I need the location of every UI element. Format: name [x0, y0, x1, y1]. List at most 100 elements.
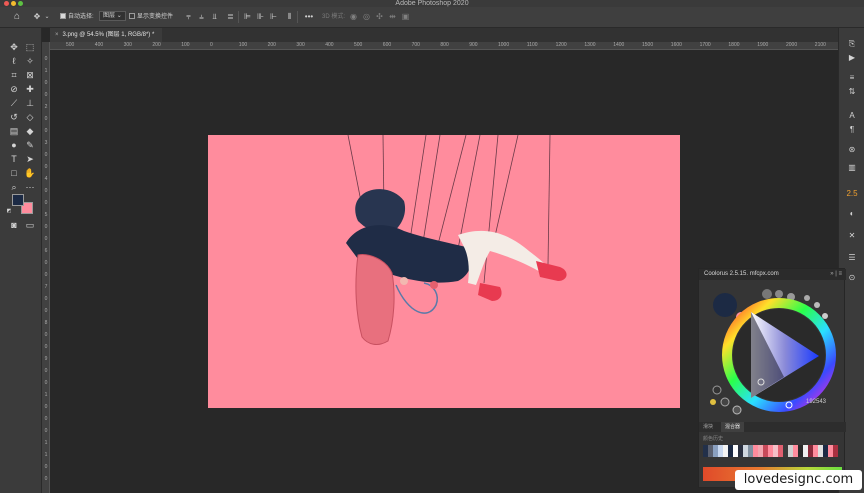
eraser-tool-icon[interactable]: ◇: [24, 112, 36, 123]
3d-pan-icon[interactable]: ✣: [375, 12, 384, 22]
brush-tool-icon[interactable]: ⟋: [8, 98, 20, 109]
frame-tool-icon[interactable]: ⊠: [24, 70, 36, 81]
history-swatch[interactable]: [833, 445, 838, 457]
ruler-tick-label: 0: [44, 296, 48, 302]
3d-orbit-icon[interactable]: ◉: [349, 12, 358, 22]
show-transform-check-icon[interactable]: [129, 13, 135, 20]
auto-select-check-icon[interactable]: [60, 13, 66, 20]
ruler-tick-label: 9: [44, 356, 48, 362]
align-left-icon[interactable]: ⊫: [243, 12, 252, 22]
ruler-tick-label: 0: [44, 416, 48, 422]
blur-tool-icon[interactable]: ◆: [24, 126, 36, 137]
tool-preset-dropdown-icon[interactable]: ⌄: [44, 12, 50, 22]
brush-settings-icon[interactable]: ▥: [846, 162, 858, 173]
crop-tool-icon[interactable]: ⌗: [8, 70, 20, 81]
eyedropper-tool-icon[interactable]: ⊘: [8, 84, 20, 95]
move-tool-icon[interactable]: ✥: [32, 12, 42, 22]
coolorus-icon[interactable]: 2.5: [846, 188, 858, 199]
auto-select-target-value[interactable]: 图层 ⌄: [99, 11, 126, 22]
paragraph-icon[interactable]: ¶: [846, 124, 858, 135]
title-bar: Adobe Photoshop 2020: [0, 0, 864, 7]
hex-value-readout[interactable]: 192543: [806, 399, 826, 405]
ruler-tick-label: 0: [44, 428, 48, 434]
3d-scale-icon[interactable]: ▣: [401, 12, 410, 22]
character-icon[interactable]: A: [846, 110, 858, 121]
more-options-button[interactable]: •••: [303, 12, 315, 22]
zoom-tool-icon[interactable]: ⌕: [8, 182, 20, 193]
panel-menu-icon[interactable]: ≡: [838, 271, 842, 277]
actions-play-icon[interactable]: ▶: [846, 52, 858, 63]
more-tools-icon[interactable]: ⋯: [24, 182, 36, 193]
lasso-tool-icon[interactable]: ℓ: [8, 56, 20, 67]
pen-tool-icon[interactable]: ✎: [24, 140, 36, 151]
artboard-tool-icon[interactable]: ⬚: [24, 42, 36, 53]
ruler-tick-label: 1200: [555, 42, 567, 48]
gradient-tool-icon[interactable]: ▤: [8, 126, 20, 137]
ruler-tick-label: 2100: [814, 42, 826, 48]
document-tab[interactable]: × 3.png @ 54.5% (图层 1, RGB/8*) *: [50, 28, 162, 42]
move-tool-icon[interactable]: ✥: [8, 42, 20, 53]
panel-collapse-icon[interactable]: » | ≡: [830, 269, 842, 280]
layers-icon[interactable]: ≡: [846, 72, 858, 83]
mix-mode-icon: [775, 290, 783, 298]
history-icon[interactable]: ⎘: [846, 38, 858, 49]
rectangle-tool-icon[interactable]: □: [8, 168, 20, 179]
tool-presets-icon[interactable]: ✕: [846, 230, 858, 241]
distribute-vertical-icon[interactable]: ≣: [226, 12, 235, 22]
ruler-tick-label: 0: [44, 272, 48, 278]
tab-sliders[interactable]: 滑块: [699, 422, 717, 432]
align-top-icon[interactable]: ⫧: [184, 12, 193, 22]
history-brush-tool-icon[interactable]: ↺: [8, 112, 20, 123]
left-shoe: [478, 283, 502, 301]
path-selection-tool-icon[interactable]: ➤: [24, 154, 36, 165]
auto-select-target-select[interactable]: 图层 ⌄: [99, 10, 126, 24]
clone-source-icon[interactable]: ◐: [846, 208, 858, 219]
sort-icon: [804, 295, 810, 301]
healing-brush-tool-icon[interactable]: ✚: [24, 84, 36, 95]
home-icon[interactable]: ⌂: [12, 12, 22, 22]
default-colors-icon[interactable]: ◩: [6, 208, 12, 214]
properties-icon[interactable]: ⊙: [846, 272, 858, 283]
hand-tool-icon[interactable]: ✋: [24, 168, 36, 179]
document-tab-bar: × 3.png @ 54.5% (图层 1, RGB/8*) *: [50, 28, 838, 42]
tab-mixer[interactable]: 混合器: [721, 422, 745, 432]
document-canvas[interactable]: [208, 135, 680, 408]
align-bottom-icon[interactable]: ⫫: [210, 12, 219, 22]
align-horizontal-center-icon[interactable]: ⊪: [256, 12, 265, 22]
ruler-tick-label: 900: [469, 42, 478, 48]
ruler-tick-label: 0: [44, 128, 48, 134]
ruler-tick-label: 0: [44, 56, 48, 62]
distribute-horizontal-icon[interactable]: ⦀: [285, 12, 294, 22]
swap-icon: [712, 385, 722, 395]
ruler-tick-label: 500: [354, 42, 363, 48]
auto-select-checkbox[interactable]: 自动选择:: [60, 10, 94, 24]
align-right-icon[interactable]: ⊩: [269, 12, 278, 22]
ruler-tick-label: 1300: [584, 42, 596, 48]
3d-roll-icon[interactable]: ◎: [362, 12, 371, 22]
foreground-color-swatch[interactable]: [12, 194, 24, 206]
magic-wand-tool-icon[interactable]: ✧: [24, 56, 36, 67]
options-bar: ⌂ ✥ ⌄ 自动选择: 图层 ⌄ 显示变换控件 ⫧ ⫨ ⫫ ≣ ⊫ ⊪ ⊩ ⦀ …: [0, 7, 864, 28]
ruler-tick-label: 1800: [728, 42, 740, 48]
hand-left: [400, 277, 408, 285]
app-title: Adobe Photoshop 2020: [395, 0, 469, 7]
3d-icon[interactable]: ⊛: [846, 144, 858, 155]
color-wheel-area[interactable]: [699, 280, 846, 430]
clone-stamp-tool-icon[interactable]: ⊥: [24, 98, 36, 109]
color-history-swatches[interactable]: [703, 445, 842, 457]
dodge-tool-icon[interactable]: ●: [8, 140, 20, 151]
document-tab-title: 3.png @ 54.5% (图层 1, RGB/8*) *: [62, 32, 155, 38]
align-vertical-center-icon[interactable]: ⫨: [197, 12, 206, 22]
adjustments-icon[interactable]: ⇅: [846, 86, 858, 97]
ruler-tick-label: 6: [44, 248, 48, 254]
color-history-label: 颜色历史: [703, 436, 724, 442]
close-tab-icon[interactable]: ×: [55, 32, 59, 38]
show-transform-checkbox[interactable]: 显示变换控件: [129, 10, 173, 24]
3d-slide-icon[interactable]: ⇹: [388, 12, 397, 22]
quick-mask-icon[interactable]: ◙: [8, 220, 20, 231]
swatches-icon[interactable]: ☰: [846, 252, 858, 263]
expand-glyph[interactable]: »: [830, 271, 833, 277]
screen-mode-icon[interactable]: ▭: [24, 220, 36, 231]
ruler-tick-label: 1100: [526, 42, 538, 48]
type-tool-icon[interactable]: T: [8, 154, 20, 165]
